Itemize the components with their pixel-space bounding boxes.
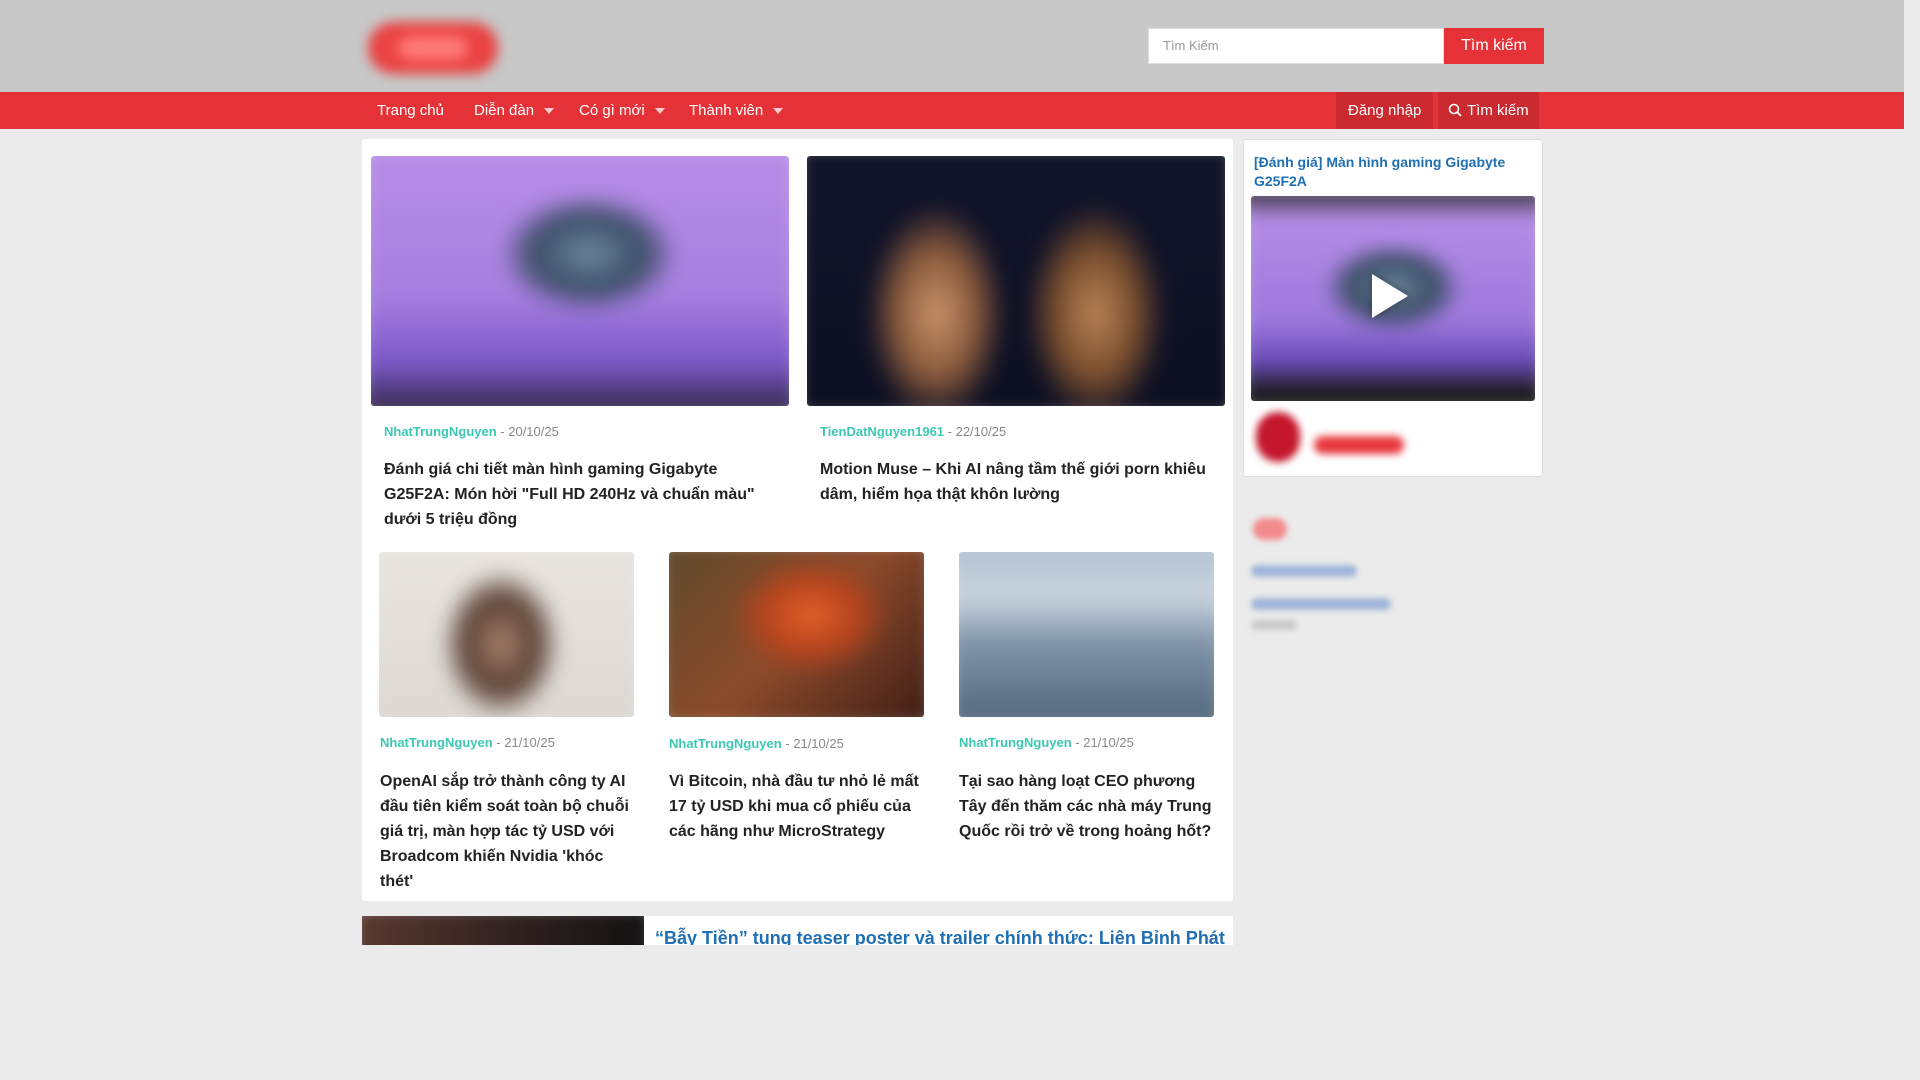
nav-item-home[interactable]: Trang chủ [377, 92, 444, 129]
author-link[interactable]: NhatTrungNguyen [959, 735, 1072, 750]
sidebar-video-card: [Đánh giá] Màn hình gaming Gigabyte G25F… [1243, 139, 1543, 477]
nav-item-members[interactable]: Thành viên [689, 92, 784, 129]
chevron-down-icon[interactable] [544, 108, 555, 115]
nav-item-label: Có gì mới [579, 102, 645, 119]
article-title[interactable]: “Bẫy Tiền” tung teaser poster và trailer… [655, 928, 1225, 945]
article-title[interactable]: Vì Bitcoin, nhà đầu tư nhỏ lẻ mất 17 tỷ … [669, 769, 931, 844]
article-date: - 21/10/25 [1075, 735, 1134, 750]
article-title[interactable]: OpenAI sắp trở thành công ty AI đầu tiên… [380, 769, 635, 894]
article-thumbnail[interactable] [807, 156, 1225, 406]
article-list-item: “Bẫy Tiền” tung teaser poster và trailer… [362, 916, 1233, 945]
nav-item-forums[interactable]: Diễn đàn [474, 92, 555, 129]
article-thumbnail[interactable] [371, 156, 789, 406]
login-label: Đăng nhập [1348, 102, 1422, 119]
play-icon[interactable] [1372, 274, 1408, 318]
sidebar-widget-meta [1251, 620, 1297, 630]
site-header: Tìm Kiếm Tìm kiếm [0, 0, 1904, 92]
article-meta: NhatTrungNguyen - 20/10/25 [384, 424, 559, 439]
article-thumbnail[interactable] [669, 552, 924, 717]
author-link[interactable]: TienDatNguyen1961 [820, 424, 944, 439]
channel-name[interactable] [1314, 436, 1404, 454]
video-player[interactable] [1251, 196, 1535, 401]
chevron-down-icon[interactable] [773, 108, 784, 115]
login-button[interactable]: Đăng nhập [1336, 92, 1434, 129]
video-title[interactable]: [Đánh giá] Màn hình gaming Gigabyte G25F… [1254, 153, 1534, 191]
featured-articles-card: NhatTrungNguyen - 20/10/25 Đánh giá chi … [362, 139, 1233, 901]
article-thumbnail[interactable] [362, 916, 644, 945]
article-title[interactable]: Motion Muse – Khi AI nâng tầm thế giới p… [820, 457, 1225, 507]
search-input[interactable]: Tìm Kiếm [1148, 28, 1444, 64]
search-icon [1448, 103, 1462, 117]
chevron-down-icon[interactable] [654, 108, 665, 115]
site-logo[interactable] [368, 14, 508, 78]
article-title[interactable]: Đánh giá chi tiết màn hình gaming Gigaby… [384, 457, 784, 532]
sidebar-widget-link[interactable] [1251, 565, 1357, 577]
author-link[interactable]: NhatTrungNguyen [384, 424, 497, 439]
channel-avatar[interactable] [1256, 412, 1300, 462]
article-date: - 21/10/25 [496, 735, 555, 750]
article-meta: NhatTrungNguyen - 21/10/25 [380, 735, 555, 750]
author-link[interactable]: NhatTrungNguyen [669, 736, 782, 751]
nav-item-label: Thành viên [689, 102, 764, 119]
main-nav: Trang chủ Diễn đàn Có gì mới Thành viên … [0, 92, 1904, 129]
nav-item-label: Diễn đàn [474, 102, 535, 119]
article-thumbnail[interactable] [379, 552, 634, 717]
article-meta: TienDatNguyen1961 - 22/10/25 [820, 424, 1006, 439]
nav-item-label: Trang chủ [377, 102, 444, 119]
page-viewport: Tìm Kiếm Tìm kiếm Trang chủ Diễn đàn Có … [0, 0, 1904, 945]
author-link[interactable]: NhatTrungNguyen [380, 735, 493, 750]
nav-search-button[interactable]: Tìm kiếm [1438, 92, 1539, 129]
nav-search-label: Tìm kiếm [1467, 102, 1529, 119]
article-date: - 20/10/25 [500, 424, 559, 439]
article-meta: NhatTrungNguyen - 21/10/25 [669, 736, 844, 751]
sidebar-widget-logo [1253, 518, 1287, 540]
search-button[interactable]: Tìm kiếm [1444, 28, 1544, 64]
article-date: - 22/10/25 [947, 424, 1007, 439]
sidebar-widget-link[interactable] [1251, 598, 1391, 610]
article-meta: NhatTrungNguyen - 21/10/25 [959, 735, 1134, 750]
article-date: - 21/10/25 [785, 736, 844, 751]
article-thumbnail[interactable] [959, 552, 1214, 717]
article-title[interactable]: Tại sao hàng loạt CEO phương Tây đến thă… [959, 769, 1219, 844]
nav-item-whats-new[interactable]: Có gì mới [579, 92, 665, 129]
